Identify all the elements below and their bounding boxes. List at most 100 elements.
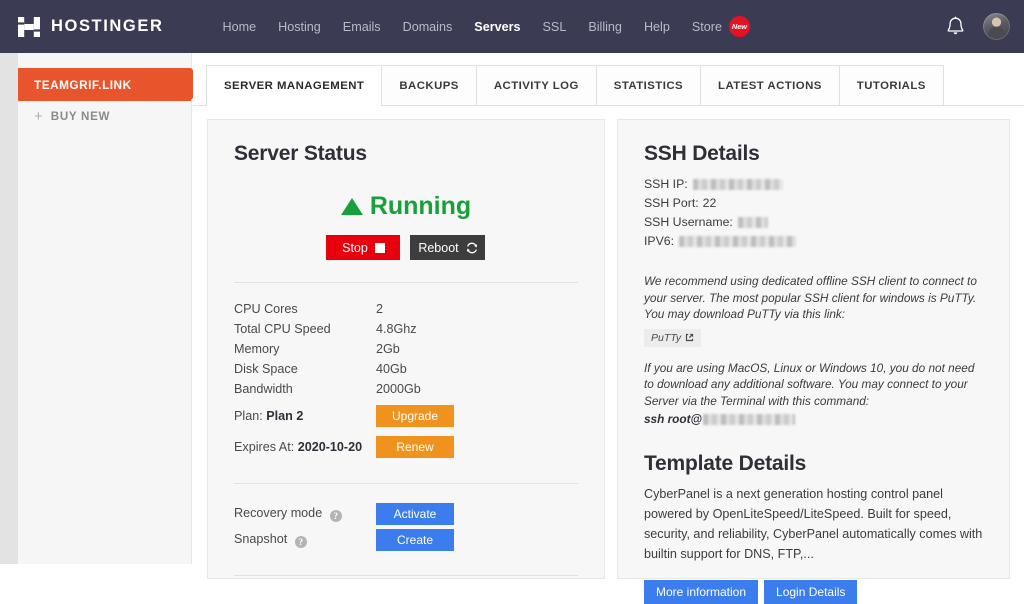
bell-icon[interactable]: [946, 16, 965, 37]
template-action-buttons: More information Login Details: [643, 580, 983, 604]
sidebar: TEAMGRIF.LINK + BUY NEW: [18, 53, 206, 564]
plan-value: Plan 2: [266, 409, 304, 423]
spec-key: CPU Cores: [234, 302, 298, 316]
reboot-button[interactable]: Reboot: [410, 235, 486, 260]
panels-container: Server Status Running Stop Reboot CPU Co…: [193, 106, 1024, 604]
help-icon[interactable]: ?: [294, 536, 307, 548]
tab-activity-log[interactable]: ACTIVITY LOG: [475, 65, 597, 105]
table-row: Snapshot ? Create: [234, 527, 578, 553]
ssh-note-unix: If you are using MacOS, Linux or Windows…: [643, 360, 975, 408]
table-row: Memory 2Gb: [234, 339, 578, 359]
square-stop-icon: [374, 242, 385, 253]
plan-label: Plan:: [234, 409, 263, 423]
divider: [234, 575, 578, 576]
sidebar-item-label: TEAMGRIF.LINK: [34, 77, 132, 92]
ssh-ip-label: SSH IP:: [643, 177, 688, 191]
putty-download-button[interactable]: PuTTy: [643, 328, 702, 347]
recovery-mode-label: Recovery mode: [234, 506, 323, 520]
spec-key: Bandwidth: [234, 382, 293, 396]
spec-key: Disk Space: [234, 362, 298, 376]
ssh-info-list: SSH IP: SSH Port: 22 SSH Username: IPV6:: [644, 175, 983, 251]
recovery-activate-cell: Activate: [376, 501, 578, 527]
ssh-details-panel: SSH Details SSH IP: SSH Port: 22 SSH Use…: [616, 119, 1010, 604]
table-row: Recovery mode ? Activate: [234, 501, 578, 527]
upgrade-button[interactable]: Upgrade: [376, 405, 454, 427]
panel-title: SSH Details: [643, 142, 760, 165]
tab-latest-actions[interactable]: LATEST ACTIONS: [700, 65, 840, 105]
spec-key: Memory: [234, 342, 280, 356]
upgrade-cell: Upgrade: [376, 399, 578, 430]
spec-value: 2000Gb: [376, 382, 421, 396]
divider: [234, 483, 578, 484]
renew-cell: Renew: [376, 430, 578, 461]
refresh-icon: [466, 242, 477, 253]
more-information-button[interactable]: More information: [643, 580, 759, 604]
main-content: SERVER MANAGEMENT BACKUPS ACTIVITY LOG S…: [193, 53, 1024, 604]
spec-key: Total CPU Speed: [234, 322, 331, 336]
create-button[interactable]: Create: [376, 529, 454, 551]
stop-button-label: Stop: [342, 240, 368, 255]
nav-item-emails[interactable]: Emails: [332, 20, 392, 34]
tab-backups[interactable]: BACKUPS: [381, 65, 477, 105]
spec-value: 4.8Ghz: [376, 322, 417, 336]
template-description: CyberPanel is a next generation hosting …: [643, 487, 983, 561]
tab-tutorials[interactable]: TUTORIALS: [838, 65, 944, 105]
nav-item-home[interactable]: Home: [212, 20, 268, 34]
putty-button-label: PuTTy: [650, 331, 682, 344]
table-row: Plan: Plan 2 Upgrade: [234, 399, 578, 430]
status-text: Running: [369, 192, 472, 220]
main-nav: Home Hosting Emails Domains Servers SSL …: [212, 16, 761, 37]
help-icon[interactable]: ?: [329, 510, 342, 522]
expires-value: 2020-10-20: [297, 440, 363, 454]
nav-item-help[interactable]: Help: [633, 20, 681, 34]
activate-button[interactable]: Activate: [376, 503, 454, 525]
reboot-button-label: Reboot: [418, 240, 459, 255]
plus-icon: +: [34, 107, 43, 125]
server-specs-table: CPU Cores 2 Total CPU Speed 4.8Ghz Memor…: [234, 299, 578, 461]
nav-item-store-label: Store: [691, 19, 722, 34]
top-bar-right-actions: [946, 0, 1010, 53]
avatar[interactable]: [983, 13, 1010, 40]
brand-name: HOSTINGER: [51, 17, 164, 35]
renew-button[interactable]: Renew: [376, 436, 454, 458]
ssh-command-prefix: ssh root@: [643, 412, 703, 426]
plan-row: Plan: Plan 2: [234, 399, 376, 430]
nav-item-ssl[interactable]: SSL: [532, 20, 578, 34]
ssh-username-row: SSH Username:: [644, 213, 983, 232]
ssh-command: ssh root@: [644, 412, 983, 426]
stop-button[interactable]: Stop: [326, 235, 401, 260]
hostinger-logo[interactable]: HOSTINGER: [16, 14, 164, 40]
nav-item-servers[interactable]: Servers: [463, 20, 531, 34]
ssh-port-label: SSH Port:: [643, 196, 699, 210]
tab-server-management[interactable]: SERVER MANAGEMENT: [206, 65, 383, 106]
ssh-command-host-redacted: [703, 413, 796, 425]
store-new-badge: New: [728, 16, 750, 37]
nav-item-hosting[interactable]: Hosting: [267, 20, 332, 34]
external-link-icon: [686, 333, 694, 342]
server-toggles-table: Recovery mode ? Activate Snapshot ? Crea…: [234, 501, 578, 553]
sidebar-item-label: BUY NEW: [50, 109, 111, 123]
tab-bar: SERVER MANAGEMENT BACKUPS ACTIVITY LOG S…: [193, 53, 1024, 106]
snapshot-row: Snapshot ?: [234, 527, 376, 553]
nav-item-domains[interactable]: Domains: [392, 20, 464, 34]
template-details-title: Template Details: [643, 452, 807, 475]
ssh-ip-row: SSH IP:: [644, 175, 983, 194]
ssh-ipv6-row: IPV6:: [644, 232, 983, 251]
login-details-button[interactable]: Login Details: [764, 580, 858, 604]
server-status-panel: Server Status Running Stop Reboot CPU Co…: [207, 119, 605, 579]
spec-value: 2Gb: [376, 342, 400, 356]
nav-item-billing[interactable]: Billing: [577, 20, 633, 34]
status-badge: Running: [234, 192, 578, 221]
sidebar-item-buy-new[interactable]: + BUY NEW: [18, 101, 191, 131]
ssh-ip-value-redacted: [692, 179, 783, 190]
nav-item-store[interactable]: Store New: [681, 16, 761, 37]
server-action-buttons: Stop Reboot: [234, 235, 578, 260]
ssh-port-value: 22: [702, 196, 717, 210]
snapshot-label: Snapshot: [234, 532, 288, 546]
table-row: CPU Cores 2: [234, 299, 578, 319]
tab-statistics[interactable]: STATISTICS: [595, 65, 702, 105]
sidebar-item-teamgrif-link[interactable]: TEAMGRIF.LINK: [18, 68, 206, 101]
table-row: Total CPU Speed 4.8Ghz: [234, 319, 578, 339]
table-row: Bandwidth 2000Gb: [234, 379, 578, 399]
spec-value: 40Gb: [376, 362, 407, 376]
